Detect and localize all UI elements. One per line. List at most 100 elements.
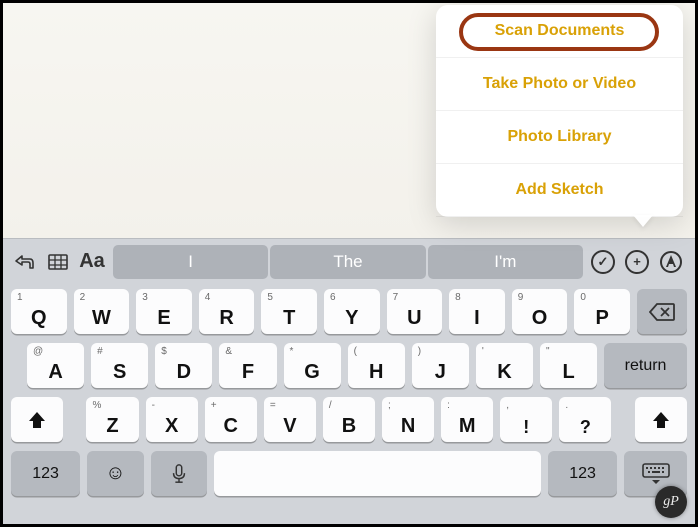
key-v[interactable]: =V (264, 397, 316, 442)
key-main: G (304, 361, 320, 384)
key-main: M (459, 415, 476, 438)
checklist-icon[interactable]: ✓ (591, 250, 615, 274)
key-sub: : (447, 400, 450, 411)
key-main: A (48, 361, 62, 384)
key-sub: $ (161, 346, 167, 357)
key-h[interactable]: (H (348, 343, 405, 388)
key-sub: 8 (455, 292, 461, 303)
menu-scan-documents[interactable]: Scan Documents (436, 5, 683, 58)
key-row-1: 1Q 2W 3E 4R 5T 6Y 7U 8I 9O 0P (3, 284, 695, 338)
key-sub: # (97, 346, 103, 357)
key-j[interactable]: )J (412, 343, 469, 388)
key-sub: 6 (330, 292, 336, 303)
keyboard-toolbar: Aa I The I'm ✓ + (3, 239, 695, 284)
key-return[interactable]: return (604, 343, 687, 388)
shift-icon (27, 410, 47, 430)
suggestion-3[interactable]: I'm (428, 245, 583, 279)
key-t[interactable]: 5T (261, 289, 317, 334)
key-z[interactable]: %Z (86, 397, 138, 442)
key-r[interactable]: 4R (199, 289, 255, 334)
key-sub: . (565, 400, 568, 411)
key-u[interactable]: 7U (387, 289, 443, 334)
key-emoji[interactable]: ☺ (87, 451, 144, 496)
key-b[interactable]: /B (323, 397, 375, 442)
key-sub: " (546, 346, 550, 357)
key-dictation[interactable] (151, 451, 208, 496)
key-row-3: %Z -X +C =V /B ;N :M ,! .? (3, 392, 695, 446)
key-sub: 9 (518, 292, 524, 303)
menu-item-label: Photo Library (507, 128, 611, 146)
key-d[interactable]: $D (155, 343, 212, 388)
key-sub: ) (418, 346, 421, 357)
key-exclaim[interactable]: ,! (500, 397, 552, 442)
key-i[interactable]: 8I (449, 289, 505, 334)
key-m[interactable]: :M (441, 397, 493, 442)
key-question[interactable]: .? (559, 397, 611, 442)
key-sub: ' (482, 346, 484, 357)
key-g[interactable]: *G (284, 343, 341, 388)
key-f[interactable]: &F (219, 343, 276, 388)
key-sub: % (92, 400, 101, 411)
menu-item-label: Scan Documents (495, 22, 625, 40)
key-sub: 4 (205, 292, 211, 303)
key-main: Z (106, 415, 118, 438)
key-mode-left[interactable]: 123 (11, 451, 80, 496)
suggestion-1[interactable]: I (113, 245, 268, 279)
key-sub: + (211, 400, 217, 411)
key-mode-right[interactable]: 123 (548, 451, 617, 496)
key-main: ! (523, 417, 529, 438)
key-o[interactable]: 9O (512, 289, 568, 334)
text-format-button[interactable]: Aa (79, 249, 105, 275)
key-main: H (369, 361, 383, 384)
key-k[interactable]: 'K (476, 343, 533, 388)
menu-take-photo-video[interactable]: Take Photo or Video (436, 58, 683, 111)
menu-item-label: Add Sketch (515, 181, 603, 199)
key-c[interactable]: +C (205, 397, 257, 442)
key-q[interactable]: 1Q (11, 289, 67, 334)
key-main: ? (580, 417, 591, 438)
key-main: O (532, 307, 548, 330)
key-w[interactable]: 2W (74, 289, 130, 334)
menu-add-sketch[interactable]: Add Sketch (436, 164, 683, 217)
key-main: Q (31, 307, 47, 330)
key-sub: @ (33, 346, 43, 357)
key-backspace[interactable] (637, 289, 687, 334)
key-sub: * (290, 346, 294, 357)
key-y[interactable]: 6Y (324, 289, 380, 334)
key-a[interactable]: @A (27, 343, 84, 388)
suggestion-label: The (333, 252, 362, 272)
key-main: Y (345, 307, 358, 330)
key-sub: 0 (580, 292, 586, 303)
key-main: L (562, 361, 574, 384)
key-sub: 1 (17, 292, 23, 303)
key-main: P (595, 307, 608, 330)
key-p[interactable]: 0P (574, 289, 630, 334)
key-shift-right[interactable] (635, 397, 687, 442)
markup-icon[interactable] (659, 250, 683, 274)
add-attachment-icon[interactable]: + (625, 250, 649, 274)
table-icon[interactable] (45, 249, 71, 275)
key-e[interactable]: 3E (136, 289, 192, 334)
popover-arrow-icon (633, 215, 653, 227)
key-row-2: @A #S $D &F *G (H )J 'K "L return (3, 338, 695, 392)
key-s[interactable]: #S (91, 343, 148, 388)
key-sub: 3 (142, 292, 148, 303)
format-label: Aa (79, 250, 105, 273)
undo-icon[interactable] (11, 249, 37, 275)
key-sub: = (270, 400, 276, 411)
key-main: W (92, 307, 111, 330)
key-main: S (113, 361, 126, 384)
suggestion-2[interactable]: The (270, 245, 425, 279)
keyboard: Aa I The I'm ✓ + 1Q 2W 3E 4R 5T 6Y 7U 8I… (3, 238, 695, 524)
microphone-icon (171, 464, 187, 484)
key-main: X (165, 415, 178, 438)
key-n[interactable]: ;N (382, 397, 434, 442)
menu-photo-library[interactable]: Photo Library (436, 111, 683, 164)
key-x[interactable]: -X (146, 397, 198, 442)
key-sub: / (329, 400, 332, 411)
key-space[interactable] (214, 451, 541, 496)
key-shift-left[interactable] (11, 397, 63, 442)
key-l[interactable]: "L (540, 343, 597, 388)
key-sub: - (152, 400, 155, 411)
key-sub: ( (354, 346, 357, 357)
